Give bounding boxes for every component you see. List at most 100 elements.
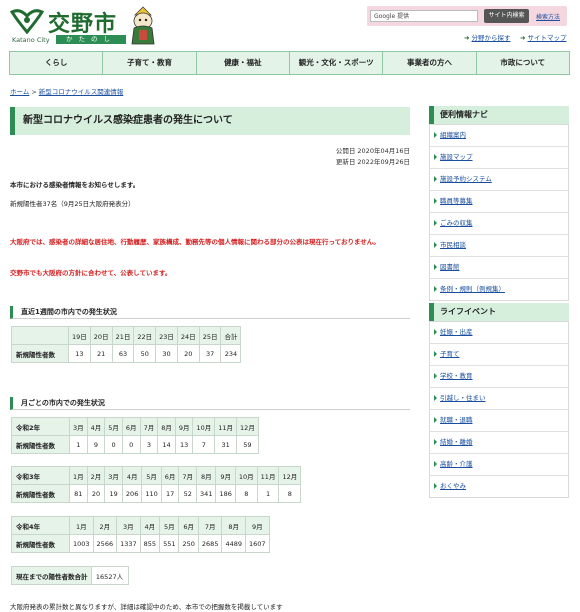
month-value: 52 [178,484,198,503]
nav-item-kanko[interactable]: 観光・文化・スポーツ [290,52,384,74]
sidebar-nav-item-link[interactable]: ごみの収集 [440,219,473,227]
sidebar-nav-item-link[interactable]: 職員等募集 [440,197,473,205]
day-value: 50 [133,344,157,363]
sidebar-nav-item-6[interactable]: 図書館 [430,257,568,279]
month-value: 14 [157,435,176,454]
util-link-sitemap-label[interactable]: サイトマップ [528,34,567,42]
updated-date: 更新日 2022年09月26日 [335,158,410,166]
site-logo-text[interactable]: 交野市 [48,6,117,38]
row-label: 新規陽性者数 [11,534,70,553]
day-header: 合計 [220,326,242,345]
r3-header-row: 令和3年 1月 2月 3月 4月 5月 6月 7月 8月 9月 10月 11月 12月 [11,466,302,485]
sidebar-nav-item-2[interactable]: 施設予約システム [430,169,568,191]
sidebar-nav-item-0[interactable]: 組織案内 [430,125,568,147]
weekly-table: 19日 20日 21日 22日 23日 24日 25日 合計 新規陽性者数 13 21 63 50 30… [11,326,242,363]
sidebar-nav-item-4[interactable]: ごみの収集 [430,213,568,235]
month-value: 20 [86,484,106,503]
r2-year: 令和2年 [11,417,70,436]
month-value: 0 [121,435,141,454]
mascot-character-icon [131,6,155,45]
nav-item-shisei[interactable]: 市政について [477,52,569,74]
month-value: 1 [69,435,88,454]
month-header: 3月 [69,417,88,436]
nav-item-jigyosha[interactable]: 事業者の方へ [383,52,477,74]
sidebar-nav-item-link[interactable]: 市民相談 [440,241,466,249]
day-header: 19日 [68,326,91,345]
sidebar-nav-item-link[interactable]: 施設予約システム [440,175,492,183]
sidebar-life-heading: ライフイベント [429,303,569,321]
weekly-header-row: 19日 20日 21日 22日 23日 24日 25日 合計 [11,326,242,345]
day-value: 37 [198,344,222,363]
day-header: 25日 [198,326,222,345]
day-value: 234 [220,344,242,363]
nav-item-kosodate[interactable]: 子育て・教育 [103,52,197,74]
sidebar-life-item-5[interactable]: 結婚・離婚 [430,432,568,454]
r3-year: 令和3年 [11,466,70,485]
sidebar-life-item-link[interactable]: 就職・退職 [440,416,473,424]
day-header: 22日 [133,326,157,345]
sidebar-life-item-link[interactable]: 高齢・介護 [440,460,473,468]
month-value: 59 [236,435,259,454]
page-dates: 公開日 2020年04月16日 更新日 2022年09月26日 [336,146,410,168]
sidebar-nav-item-5[interactable]: 市民相談 [430,235,568,257]
total-table: 現在までの陽性者数合計 16527人 [11,566,129,585]
r4-table: 令和4年 1月 2月 3月 4月 5月 6月 7月 8月 9月 新規陽性者数 1003 2566 133… [11,516,270,553]
month-header: 11月 [256,466,280,485]
sidebar-life-item-link[interactable]: 学校・教育 [440,372,473,380]
month-value: 1003 [69,534,94,553]
sidebar-life-item-1[interactable]: 子育て [430,344,568,366]
sidebar-life-item-3[interactable]: 引越し・住まい [430,388,568,410]
arrow-icon: ➜ [520,34,528,42]
sidebar-life-item-link[interactable]: 妊娠・出産 [440,328,473,336]
sidebar-nav-heading: 便利情報ナビ [429,106,569,124]
sidebar-nav-item-7[interactable]: 条例・規則（例規集） [430,279,568,300]
sidebar-nav-item-link[interactable]: 条例・規則（例規集） [440,285,505,293]
month-value: 8 [234,484,258,503]
sidebar-nav-item-link[interactable]: 施設マップ [440,153,473,161]
sidebar-nav-item-1[interactable]: 施設マップ [430,147,568,169]
util-link-category-label[interactable]: 分野から探す [472,34,511,42]
day-value: 20 [176,344,200,363]
month-value: 19 [104,484,123,503]
search-help-link[interactable]: 検索方法 [536,12,560,21]
month-value: 186 [215,484,236,503]
month-header: 5月 [159,516,180,535]
month-value: 7 [192,435,216,454]
sidebar-life-item-link[interactable]: 子育て [440,350,460,358]
weekly-heading: 直近1週間の市内での発生状況 [10,306,410,319]
sidebar-nav-item-3[interactable]: 職員等募集 [430,191,568,213]
month-header: 3月 [116,516,141,535]
breadcrumb-covid[interactable]: 新型コロナウイルス関連情報 [39,88,124,96]
city-emblem-icon[interactable] [10,8,44,34]
util-link-category[interactable]: ➜ 分野から探す [464,32,511,42]
r4-value-row: 新規陽性者数 1003 2566 1337 855 551 250 2685 4489 1607 [11,534,270,553]
breadcrumb: ホーム > 新型コロナウイルス関連情報 [10,86,123,96]
day-header: 21日 [111,326,135,345]
sidebar-life-item-7[interactable]: おくやみ [430,476,568,497]
sidebar-nav-item-link[interactable]: 図書館 [440,263,460,271]
month-header: 1月 [69,516,94,535]
sidebar-life-item-link[interactable]: 引越し・住まい [440,394,486,402]
day-header: 20日 [89,326,113,345]
sidebar-life-item-4[interactable]: 就職・退職 [430,410,568,432]
sidebar-life-item-link[interactable]: おくやみ [440,482,466,490]
month-header: 9月 [174,417,194,436]
breadcrumb-home[interactable]: ホーム [10,88,29,96]
month-value: 341 [196,484,217,503]
month-value: 17 [160,484,180,503]
nav-item-kurashi[interactable]: くらし [10,52,104,74]
sidebar-life-item-0[interactable]: 妊娠・出産 [430,322,568,344]
search-input[interactable]: Google 提供 [370,10,478,22]
search-button[interactable]: サイト内検索 [484,9,529,23]
sidebar-life-item-2[interactable]: 学校・教育 [430,366,568,388]
sidebar-nav-item-link[interactable]: 組織案内 [440,131,466,139]
footnote: 大阪府発表の累計数と異なりますが、詳細は確認中のため、本市での把握数を掲載してい… [10,603,283,611]
sidebar-life-item-6[interactable]: 高齢・介護 [430,454,568,476]
sidebar-life-item-link[interactable]: 結婚・離婚 [440,438,473,446]
day-value: 13 [68,344,91,363]
month-header: 2月 [86,466,106,485]
row-label: 新規陽性者数 [11,484,70,503]
nav-item-kenko[interactable]: 健康・福祉 [197,52,290,74]
util-link-sitemap[interactable]: ➜ サイトマップ [520,32,567,42]
month-value: 551 [159,534,180,553]
